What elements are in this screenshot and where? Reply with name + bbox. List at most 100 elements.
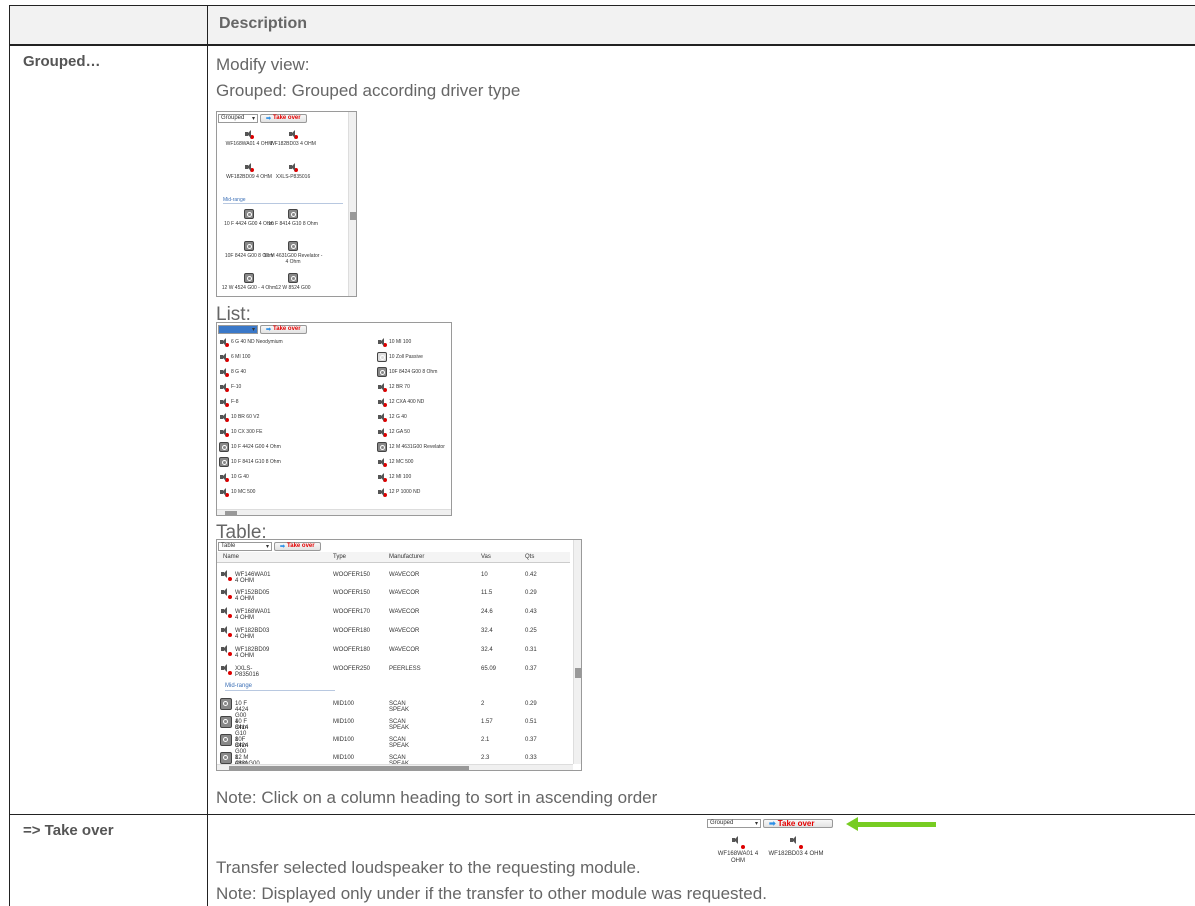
list-item[interactable]: 8 G 40 [219, 367, 246, 377]
list-item[interactable]: 12 BR 70 [377, 382, 410, 392]
grid-item[interactable]: 12 W 8524 G00 [263, 273, 323, 291]
speaker-icon [219, 412, 229, 422]
speaker-icon [219, 487, 229, 497]
take-over-button[interactable]: ➡ Take over [260, 113, 307, 123]
arrow-right-icon: ➡ [266, 326, 272, 333]
arrow-right-icon: ➡ [280, 543, 286, 550]
column-header-description: Description [219, 15, 308, 32]
table-header-row [10, 6, 1195, 45]
speaker-icon [377, 427, 387, 437]
grouped-view-screenshot: Grouped ▾ ➡ Take over WF168WA01 4 OHM WF18… [216, 111, 357, 297]
list-item[interactable]: 12 MC 500 [377, 457, 413, 467]
grid-item[interactable]: XXLS-P835016 [263, 162, 323, 180]
grid-item[interactable]: 10 F 8414 G10 8 Ohm [263, 209, 323, 227]
list-item[interactable]: 12 GA 50 [377, 427, 410, 437]
column-header-type[interactable]: Type [333, 554, 346, 560]
chevron-down-icon: ▾ [265, 543, 269, 550]
speaker-icon [377, 412, 387, 422]
table-header: Name Type Manufacturer Vas Qts [217, 552, 570, 563]
row-label-take-over: => Take over [23, 822, 114, 839]
vertical-scrollbar[interactable] [573, 540, 581, 764]
row-label-grouped: Grouped… [23, 53, 101, 70]
speaker-icon [288, 162, 298, 172]
speaker-icon [219, 382, 229, 392]
section-header-mid-range: Mid-range [225, 683, 253, 689]
speaker-icon [731, 835, 745, 849]
list-item[interactable]: 6 G 40 ND Neodymium [219, 337, 283, 347]
midrange-driver-icon [244, 273, 254, 283]
list-item[interactable]: 10 CX 300 FE [219, 427, 262, 437]
chevron-down-icon: ▾ [754, 820, 758, 827]
grid-item[interactable]: WF182BD03 4 OHM [263, 129, 323, 147]
take-over-button[interactable]: ➡ Take over [763, 818, 833, 828]
speaker-icon [377, 397, 387, 407]
take-over-button[interactable]: ➡ Take over [274, 541, 321, 551]
view-mode-select[interactable]: Grouped ▾ [218, 113, 258, 123]
list-item[interactable]: 10 G 40 [219, 472, 249, 482]
speaker-icon [244, 129, 254, 139]
list-item[interactable]: 12 CXA 400 ND [377, 397, 424, 407]
grouped-description: Grouped: Grouped according driver type [216, 81, 521, 100]
speaker-icon [244, 162, 254, 172]
speaker-icon [219, 352, 229, 362]
midrange-driver-icon [219, 457, 229, 467]
list-item[interactable]: 6 MI 100 [219, 352, 250, 362]
speaker-icon [219, 427, 229, 437]
list-item[interactable]: F-8 [219, 397, 239, 407]
speaker-icon [377, 457, 387, 467]
pointer-arrow-shaft [856, 822, 936, 827]
midrange-driver-icon [244, 241, 254, 251]
grid-item[interactable]: 12 M 4631G00 Revelator - 4 Ohm [263, 241, 323, 265]
horizontal-scrollbar[interactable] [217, 509, 451, 515]
modify-view-text: Modify view: [216, 55, 310, 74]
speaker-icon [377, 472, 387, 482]
list-item[interactable]: 10 F 8414 G10 8 Ohm [219, 457, 281, 467]
speaker-icon [219, 337, 229, 347]
vertical-scrollbar[interactable] [348, 112, 356, 296]
midrange-driver-icon [244, 209, 254, 219]
column-header-manufacturer[interactable]: Manufacturer [389, 554, 424, 560]
transfer-description: Transfer selected loudspeaker to the req… [216, 858, 641, 877]
list-item[interactable]: 10 BR 60 V2 [219, 412, 259, 422]
list-item[interactable]: 10 F 4424 G00 4 Ohm [219, 442, 281, 452]
description-table: Description Grouped… Modify view: Groupe… [9, 5, 1195, 906]
column-header-name[interactable]: Name [223, 554, 239, 560]
sort-note: Note: Click on a column heading to sort … [216, 788, 658, 807]
grid-item[interactable]: WF182BD03 4 OHM [762, 835, 830, 858]
arrow-right-icon: ➡ [769, 818, 776, 828]
column-header-vas[interactable]: Vas [481, 554, 491, 560]
midrange-driver-icon [288, 209, 298, 219]
table-view-screenshot: Table ▾ ➡ Take over Name Type Manufacturer… [216, 539, 582, 771]
view-mode-select[interactable]: Table ▾ [218, 541, 272, 551]
take-over-screenshot: Grouped ▾ ➡ Take over WF168WA01 4 OHM WF18… [706, 817, 856, 867]
grid-item[interactable]: WF168WA01 4 OHM [712, 835, 764, 865]
list-item[interactable]: 10 MC 500 [219, 487, 255, 497]
list-item[interactable]: 12 MI 100 [377, 472, 411, 482]
midrange-driver-icon [377, 367, 387, 377]
list-item[interactable]: 10F 8424 G00 8 Ohm [377, 367, 437, 377]
speaker-icon [789, 835, 803, 849]
list-item[interactable]: 10 Zoll Passive [377, 352, 423, 362]
list-item[interactable]: 10 MI 100 [377, 337, 411, 347]
list-item[interactable]: F-10 [219, 382, 241, 392]
speaker-icon [219, 367, 229, 377]
list-item[interactable]: 12 M 4631G00 Revelator [377, 442, 445, 452]
midrange-driver-icon [377, 442, 387, 452]
midrange-driver-icon [219, 442, 229, 452]
view-mode-select[interactable]: Grouped ▾ [707, 818, 761, 828]
midrange-driver-icon [288, 241, 298, 251]
view-mode-select[interactable]: ▾ [218, 324, 258, 334]
take-over-button[interactable]: ➡ Take over [260, 324, 307, 334]
column-header-qts[interactable]: Qts [525, 554, 534, 560]
speaker-icon [377, 337, 387, 347]
list-item[interactable]: 12 G 40 [377, 412, 407, 422]
midrange-driver-icon [288, 273, 298, 283]
speaker-icon [377, 487, 387, 497]
speaker-icon [219, 397, 229, 407]
chevron-down-icon: ▾ [251, 115, 255, 122]
arrow-right-icon: ➡ [266, 115, 272, 122]
passive-radiator-icon [377, 352, 387, 362]
horizontal-scrollbar[interactable] [217, 764, 573, 770]
list-item[interactable]: 12 P 1000 ND [377, 487, 420, 497]
list-view-screenshot: ▾ ➡ Take over 6 G 40 ND Neodymium 6 MI 10… [216, 322, 452, 516]
